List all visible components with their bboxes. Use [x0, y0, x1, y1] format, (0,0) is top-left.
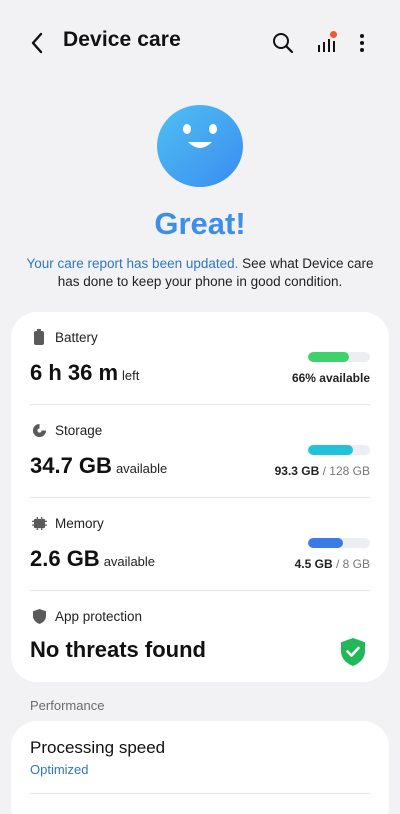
device-status-card: Battery 6 h 36 m left 66% available Stor…: [11, 312, 389, 682]
memory-label: Memory: [55, 515, 104, 531]
storage-pie-icon: [31, 422, 47, 438]
shield-check-icon: [341, 638, 365, 666]
back-button[interactable]: [22, 28, 52, 58]
more-options-button[interactable]: [347, 28, 377, 58]
battery-row[interactable]: Battery 6 h 36 m left 66% available: [11, 312, 389, 405]
memory-chip-icon: [31, 515, 47, 531]
memory-unit: available: [103, 554, 156, 569]
care-report-link[interactable]: Your care report has been updated.: [26, 256, 238, 271]
memory-bar-fill: [308, 538, 343, 548]
page-title: Device care: [63, 28, 181, 51]
back-arrow-icon: [31, 32, 43, 54]
divider: [30, 793, 370, 794]
app-header: Device care: [0, 0, 400, 86]
battery-unit: left: [122, 368, 140, 383]
storage-bar: [308, 445, 370, 455]
memory-row[interactable]: Memory 2.6 GB available 4.5 GB / 8 GB: [11, 498, 389, 591]
more-vertical-icon: [360, 34, 364, 52]
notification-dot: [330, 31, 337, 38]
storage-label: Storage: [55, 422, 103, 438]
battery-label: Battery: [55, 329, 98, 345]
storage-bar-fill: [308, 445, 354, 455]
memory-available-value: 2.6 GB: [30, 546, 100, 571]
storage-row[interactable]: Storage 34.7 GB available 93.3 GB / 128 …: [11, 405, 389, 498]
app-protection-label: App protection: [55, 608, 143, 624]
usage-stats-button[interactable]: [311, 28, 341, 58]
battery-time: 6 h 36 m: [30, 360, 119, 385]
processing-speed-status: Optimized: [30, 762, 89, 777]
app-protection-row[interactable]: App protection No threats found: [11, 591, 389, 684]
battery-available: 66% available: [291, 371, 370, 385]
storage-unit: available: [115, 461, 168, 476]
smiley-face-icon: [157, 105, 243, 187]
memory-bar: [308, 538, 370, 548]
search-button[interactable]: [268, 28, 298, 58]
status-title: Great!: [154, 206, 246, 241]
memory-used: 4.5 GB / 8 GB: [294, 557, 370, 571]
storage-available-value: 34.7 GB: [30, 453, 112, 478]
battery-bar-fill: [308, 352, 349, 362]
storage-used: 93.3 GB / 128 GB: [274, 464, 370, 478]
battery-bar: [308, 352, 370, 362]
shield-icon: [31, 608, 47, 624]
section-label-performance: Performance: [30, 698, 105, 713]
care-report-summary: Your care report has been updated. See w…: [24, 255, 376, 291]
battery-icon: [31, 329, 47, 345]
processing-speed-title[interactable]: Processing speed: [30, 738, 165, 758]
protection-status: No threats found: [30, 637, 206, 662]
search-icon: [273, 33, 294, 54]
performance-card: Processing speed Optimized: [11, 721, 389, 814]
